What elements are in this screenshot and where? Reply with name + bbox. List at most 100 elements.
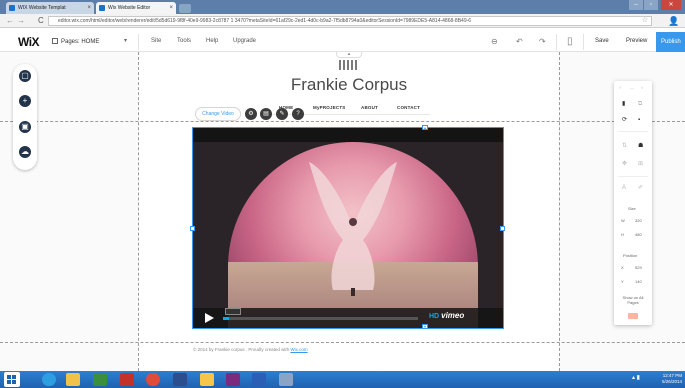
- vimeo-hd-badge[interactable]: HD vimeo: [429, 311, 464, 320]
- resize-handle-top[interactable]: ▴: [422, 125, 428, 130]
- align-icon[interactable]: ☗: [638, 143, 643, 150]
- delete-icon[interactable]: ▪: [638, 117, 640, 124]
- footer-wix-link[interactable]: Wix.com: [290, 347, 307, 352]
- site-nav-contact[interactable]: CONTACT: [397, 105, 420, 110]
- preview-button[interactable]: Preview: [626, 38, 647, 44]
- hd-label: HD: [429, 313, 440, 320]
- menu-help[interactable]: Help: [206, 38, 218, 44]
- gridline: [138, 52, 139, 371]
- premiere-icon[interactable]: [226, 373, 240, 386]
- internet-explorer-icon[interactable]: [42, 373, 56, 386]
- publish-button[interactable]: Publish: [656, 32, 685, 52]
- copy-icon[interactable]: ▮: [622, 101, 625, 108]
- paste-icon[interactable]: ⧉: [638, 101, 642, 108]
- word-icon[interactable]: [252, 373, 266, 386]
- zoom-icon[interactable]: ⊖: [491, 37, 498, 46]
- help-icon[interactable]: ?: [619, 84, 621, 91]
- video-frame: [228, 142, 478, 328]
- site-logo-icon[interactable]: [339, 60, 357, 70]
- vimeo-video-player[interactable]: HD vimeo: [192, 127, 504, 329]
- show-on-all-pages-toggle[interactable]: Show on All Pages: [617, 295, 649, 305]
- bookmark-star-icon[interactable]: ☆: [642, 17, 648, 25]
- powerpoint-icon[interactable]: [120, 373, 134, 386]
- close-icon[interactable]: ×: [87, 2, 91, 14]
- progress-bar[interactable]: [223, 317, 418, 320]
- forward-icon[interactable]: →: [17, 16, 25, 26]
- play-icon[interactable]: [205, 313, 214, 323]
- x-label: X: [621, 265, 624, 270]
- redo-icon[interactable]: ↷: [539, 37, 546, 46]
- help-icon[interactable]: ?: [292, 108, 304, 120]
- arrange-icon[interactable]: ⇅: [622, 143, 627, 150]
- change-video-button[interactable]: Change Video: [195, 107, 241, 121]
- duplicate-icon[interactable]: ⟳: [622, 117, 627, 124]
- minimize-icon[interactable]: —: [630, 84, 634, 91]
- maximize-window-button[interactable]: ▫: [644, 0, 658, 10]
- chevron-down-icon[interactable]: ▾: [124, 37, 127, 44]
- add-section-icon[interactable]: ▢: [19, 70, 31, 82]
- browser-tab[interactable]: WIX Website Templat ×: [6, 2, 94, 14]
- new-tab-button[interactable]: [179, 4, 191, 13]
- settings-gear-icon[interactable]: ⚙: [245, 108, 257, 120]
- pen-icon[interactable]: ✐: [638, 185, 643, 192]
- collapse-toolbar-tab[interactable]: ▴: [336, 52, 362, 58]
- design-brush-icon[interactable]: ✎: [276, 108, 288, 120]
- mobile-view-icon[interactable]: ▯: [567, 37, 573, 47]
- close-icon[interactable]: ×: [641, 84, 643, 91]
- close-window-button[interactable]: ✕: [661, 0, 681, 10]
- site-footer: © 2014 by Frankie corpus . Proudly creat…: [193, 347, 308, 352]
- height-field[interactable]: 480: [635, 232, 642, 237]
- menu-tools[interactable]: Tools: [177, 38, 191, 44]
- address-bar[interactable]: editor.wix.com/html/editor/web/renderer/…: [48, 16, 652, 26]
- gridline: [559, 52, 560, 371]
- upload-icon[interactable]: ☁: [19, 146, 31, 158]
- page-selector[interactable]: Pages: HOME: [52, 38, 99, 45]
- height-label: H: [621, 232, 624, 237]
- taskbar-clock[interactable]: 12:47 PM 5/26/2014: [652, 373, 682, 385]
- divider: [556, 34, 557, 50]
- vimeo-brand: vimeo: [441, 311, 465, 320]
- save-button[interactable]: Save: [595, 38, 609, 44]
- menu-site[interactable]: Site: [151, 38, 161, 44]
- site-title[interactable]: Frankie Corpus: [260, 75, 438, 95]
- minimize-window-button[interactable]: –: [629, 0, 643, 10]
- store-icon[interactable]: [93, 373, 107, 386]
- width-label: W: [621, 218, 625, 223]
- menu-upgrade[interactable]: Upgrade: [233, 38, 256, 44]
- photoshop-icon[interactable]: [173, 373, 187, 386]
- browser-tab-active[interactable]: Wix Website Editor ×: [96, 2, 176, 14]
- background-icon[interactable]: ▣: [19, 121, 31, 133]
- x-field[interactable]: 529: [635, 265, 642, 270]
- folder-icon[interactable]: [200, 373, 214, 386]
- file-explorer-icon[interactable]: [66, 373, 80, 386]
- text-icon[interactable]: A: [622, 185, 626, 192]
- add-element-icon[interactable]: +: [19, 95, 31, 107]
- left-tool-rail: ▢ + ▣ ☁: [13, 64, 37, 170]
- resize-handle-bottom[interactable]: ▾: [422, 324, 428, 329]
- close-icon[interactable]: ×: [169, 2, 173, 14]
- site-nav-about[interactable]: ABOUT: [361, 105, 378, 110]
- video-controls: HD vimeo: [193, 308, 503, 328]
- browser-tab-title: WIX Website Templat: [18, 5, 66, 11]
- wix-favicon-icon: [9, 5, 15, 11]
- reload-icon[interactable]: C: [38, 16, 44, 26]
- resize-handle-right[interactable]: [500, 226, 505, 231]
- chrome-icon[interactable]: [146, 373, 160, 386]
- app-icon[interactable]: [279, 373, 293, 386]
- resize-handle-left[interactable]: [190, 226, 195, 231]
- start-button[interactable]: [4, 372, 20, 387]
- network-tray-icon[interactable]: ▴ ▮: [632, 374, 640, 381]
- page-icon: [52, 38, 58, 44]
- undo-icon[interactable]: ↶: [516, 37, 523, 46]
- y-field[interactable]: 140: [635, 279, 642, 284]
- user-profile-icon[interactable]: 👤: [668, 16, 679, 26]
- width-field[interactable]: 320: [635, 218, 642, 223]
- show-on-all-pages-switch[interactable]: [628, 313, 638, 319]
- windows-taskbar: ▴ ▮ 12:47 PM 5/26/2014: [0, 371, 685, 388]
- layout-icon[interactable]: ▤: [260, 108, 272, 120]
- divider: [618, 176, 648, 177]
- distribute-icon[interactable]: ✥: [622, 161, 627, 168]
- back-icon[interactable]: ←: [6, 16, 14, 26]
- site-nav-projects[interactable]: MyPROJECTS: [313, 105, 346, 110]
- match-size-icon[interactable]: ⊞: [638, 161, 643, 168]
